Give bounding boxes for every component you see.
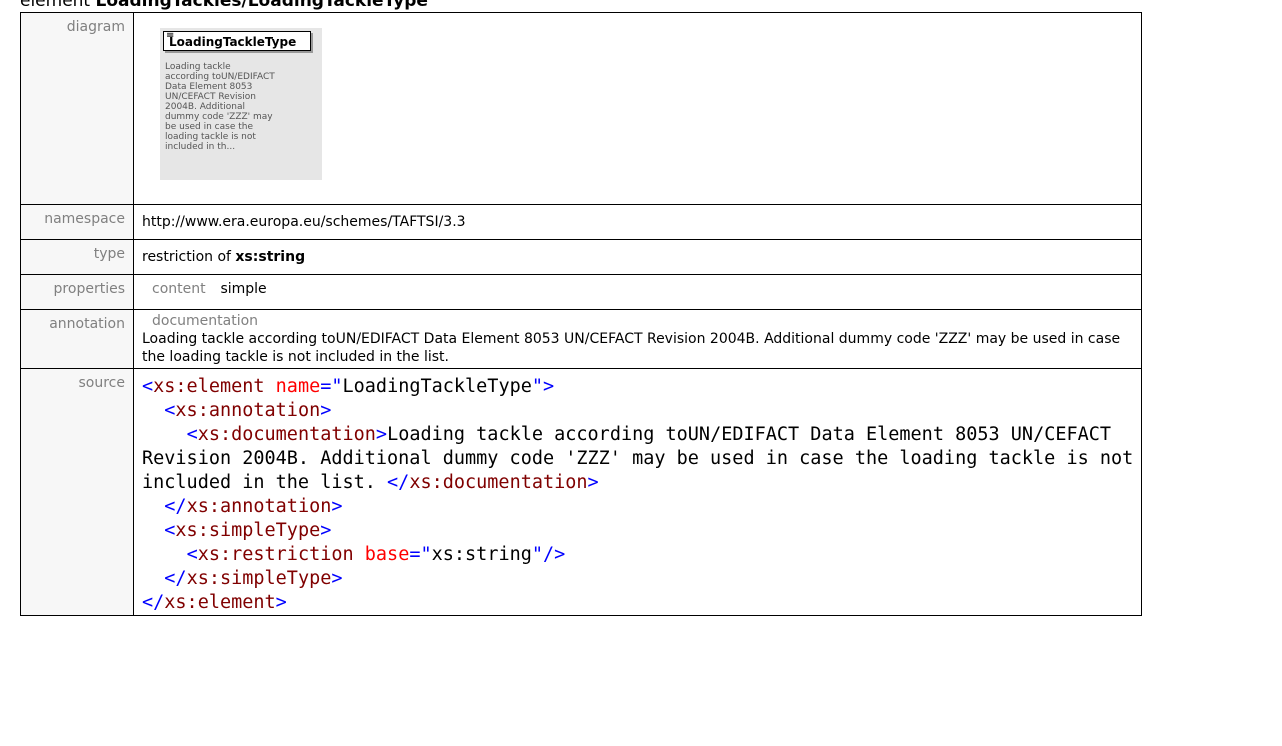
property-key: content [152, 281, 206, 297]
source-label: source [20, 368, 134, 616]
element-properties-table: diagram ≡ LoadingTackleType Loading tack… [20, 12, 1142, 616]
diagram-label: diagram [20, 12, 134, 205]
diagram-element-name: LoadingTackleType [169, 35, 297, 49]
type-label: type [20, 239, 134, 275]
diagram-row: diagram ≡ LoadingTackleType Loading tack… [20, 12, 1142, 205]
property-content: content simple [142, 275, 1141, 299]
properties-row: properties content simple [20, 274, 1142, 310]
namespace-value: http://www.era.europa.eu/schemes/TAFTSI/… [142, 214, 466, 230]
namespace-label: namespace [20, 204, 134, 240]
element-diagram[interactable]: ≡ LoadingTackleType Loading tackle accor… [160, 28, 330, 188]
property-value: simple [220, 281, 267, 297]
documentation-key: documentation [152, 313, 259, 329]
heading-element-name: LoadingTackles/LoadingTackleType [95, 0, 428, 11]
type-prefix: restriction of [142, 249, 231, 265]
heading-prefix: element [20, 0, 91, 11]
diagram-element-box[interactable]: ≡ LoadingTackleType [163, 29, 311, 51]
source-row: source <xs:element name="LoadingTackleTy… [20, 368, 1145, 616]
source-code: <xs:element name="LoadingTackleType"> <x… [142, 376, 1145, 613]
diagram-description: Loading tackle according toUN/EDIFACT Da… [165, 62, 275, 152]
annotation-row: annotation documentation Loading tackle … [20, 309, 1142, 369]
annotation-label: annotation [20, 309, 134, 369]
properties-label: properties [20, 274, 134, 310]
page-heading: element LoadingTackles/LoadingTackleType [20, 0, 428, 11]
namespace-row: namespace http://www.era.europa.eu/schem… [20, 204, 1142, 240]
type-value: restriction of xs:string [142, 240, 1141, 274]
type-base-link[interactable]: xs:string [235, 249, 305, 265]
element-content-icon: ≡ [166, 29, 175, 40]
documentation-text: Loading tackle according toUN/EDIFACT Da… [142, 331, 1121, 365]
type-row: type restriction of xs:string [20, 239, 1142, 275]
diagram-annotation-box: ≡ LoadingTackleType Loading tackle accor… [160, 28, 322, 180]
diagram-cell: ≡ LoadingTackleType Loading tackle accor… [133, 12, 1142, 205]
